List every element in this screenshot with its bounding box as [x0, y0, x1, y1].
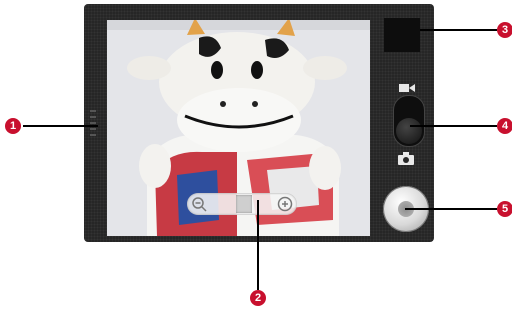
callout-5: 5 — [497, 201, 512, 217]
callout-1: 1 — [5, 118, 21, 134]
callout-leader-lines — [23, 29, 497, 290]
callout-3: 3 — [497, 22, 512, 38]
callout-4: 4 — [497, 118, 512, 134]
callout-2: 2 — [250, 290, 266, 306]
